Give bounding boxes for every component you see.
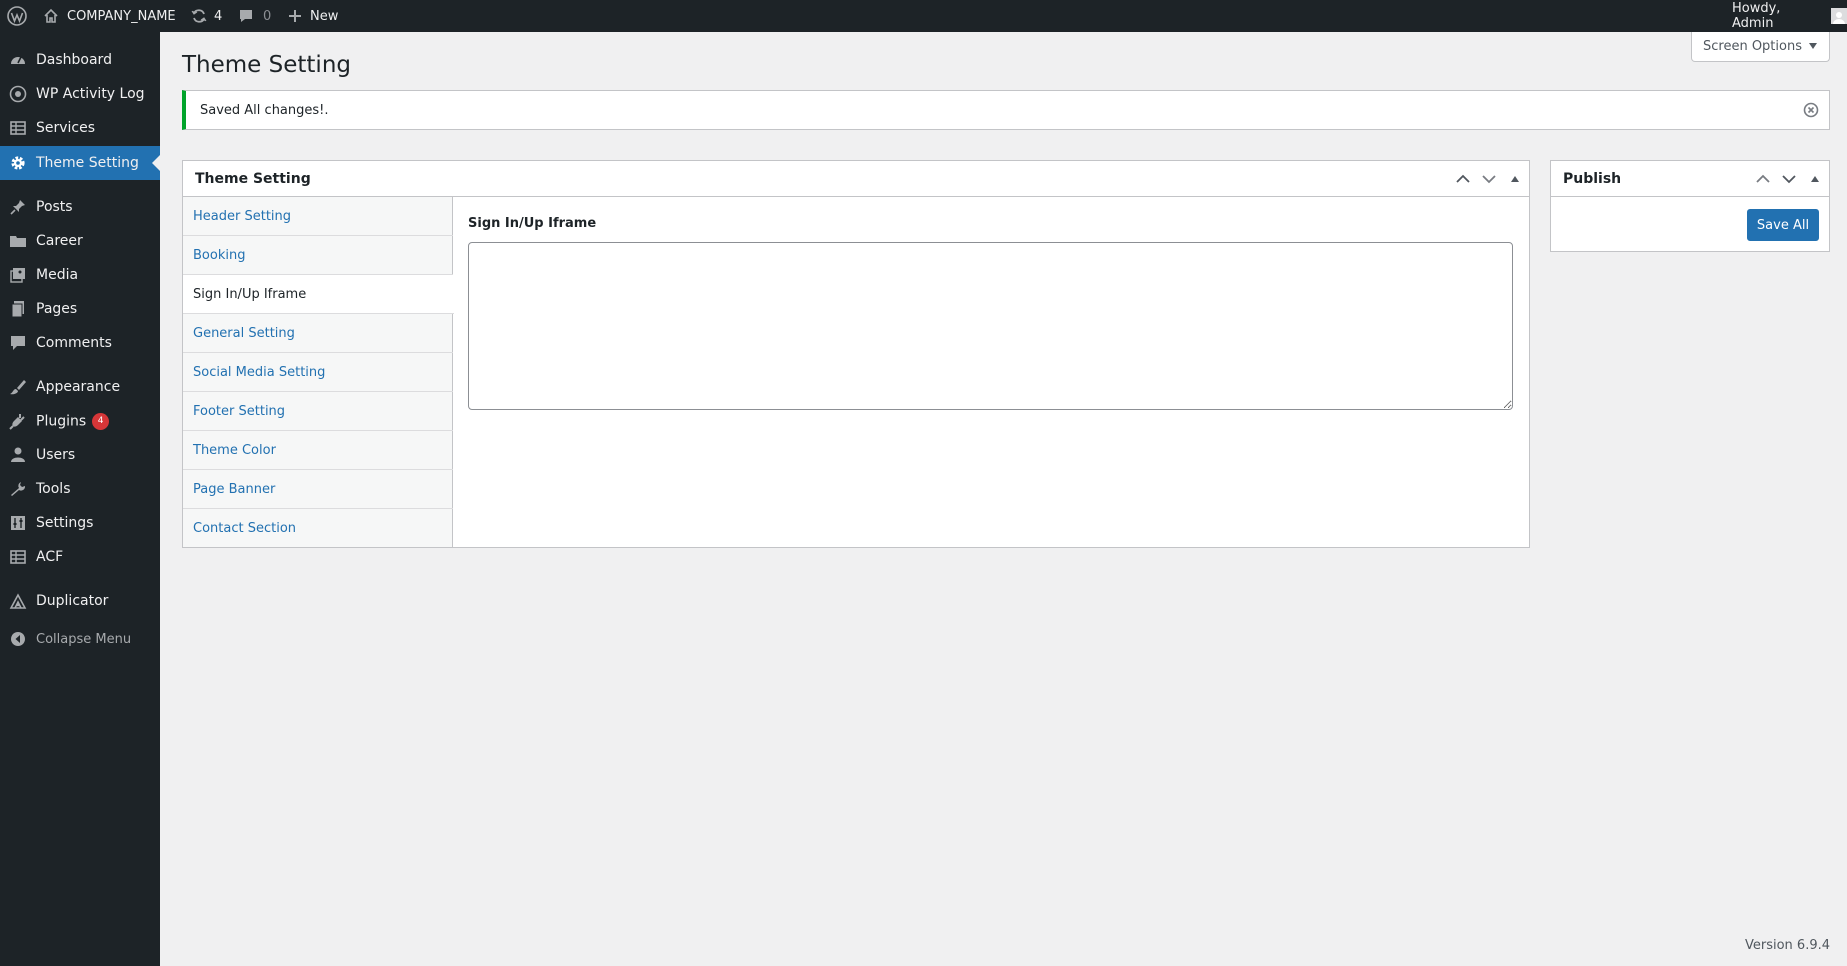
greeting: Howdy, Admin xyxy=(1732,1,1781,31)
sidebar-item-media[interactable]: Media xyxy=(0,258,160,292)
publish-box: Publish Save All xyxy=(1550,160,1830,252)
duplicator-icon xyxy=(9,592,27,610)
publish-box-title: Publish xyxy=(1563,170,1622,187)
new-label: New xyxy=(310,8,339,24)
activity-log-icon xyxy=(9,85,27,103)
services-icon xyxy=(9,119,27,137)
sidebar-item-services[interactable]: Services xyxy=(0,111,160,145)
pin-icon xyxy=(9,198,27,216)
tab-booking[interactable]: Booking xyxy=(183,236,453,275)
sidebar-item-comments[interactable]: Comments xyxy=(0,326,160,360)
updates-link[interactable]: 4 xyxy=(191,0,222,32)
admin-menu: Dashboard WP Activity Log Services Theme… xyxy=(0,32,160,966)
sliders-icon xyxy=(9,514,27,532)
sidebar-item-theme-setting[interactable]: Theme Setting xyxy=(0,146,160,180)
chevron-down-icon[interactable] xyxy=(1779,169,1799,189)
sidebar-item-appearance[interactable]: Appearance xyxy=(0,370,160,404)
sign-in-up-iframe-textarea[interactable] xyxy=(468,242,1513,410)
tab-social-media-setting[interactable]: Social Media Setting xyxy=(183,353,453,392)
tab-general-setting[interactable]: General Setting xyxy=(183,314,453,353)
collapse-toggle-icon[interactable] xyxy=(1805,169,1825,189)
tab-page-banner[interactable]: Page Banner xyxy=(183,470,453,509)
sidebar-item-plugins[interactable]: Plugins 4 xyxy=(0,404,160,438)
theme-setting-box: Theme Setting Header Setting Booking Sig… xyxy=(182,160,1530,548)
theme-setting-box-title: Theme Setting xyxy=(195,170,311,187)
brush-icon xyxy=(9,378,27,396)
screen-options-button[interactable]: Screen Options xyxy=(1691,32,1830,62)
collapse-toggle-icon[interactable] xyxy=(1505,169,1525,189)
sidebar-item-acf[interactable]: ACF xyxy=(0,540,160,574)
wordpress-logo-icon[interactable] xyxy=(7,0,27,32)
plugin-icon xyxy=(9,412,27,430)
tab-sign-in-up-iframe[interactable]: Sign In/Up Iframe xyxy=(183,275,454,314)
new-content-link[interactable]: New xyxy=(287,0,338,32)
gear-icon xyxy=(9,154,27,172)
site-name: COMPANY_NAME xyxy=(67,8,176,24)
version-text: Version 6.9.4 xyxy=(1744,938,1830,953)
sidebar-item-dashboard[interactable]: Dashboard xyxy=(0,43,160,77)
sidebar-item-users[interactable]: Users xyxy=(0,438,160,472)
user-icon xyxy=(9,446,27,464)
success-notice: Saved All changes!. xyxy=(182,90,1830,130)
table-icon xyxy=(9,548,27,566)
tab-contact-section[interactable]: Contact Section xyxy=(183,509,453,548)
dismiss-icon[interactable] xyxy=(1803,102,1819,118)
settings-tabs: Header Setting Booking Sign In/Up Iframe… xyxy=(183,197,454,548)
page-title: Theme Setting xyxy=(182,52,351,78)
tab-theme-color[interactable]: Theme Color xyxy=(183,431,453,470)
comment-icon xyxy=(9,334,27,352)
dashboard-icon xyxy=(9,51,27,69)
comment-icon xyxy=(238,8,254,24)
my-account-link[interactable]: Howdy, Admin xyxy=(1732,0,1847,32)
update-count-badge: 4 xyxy=(92,412,110,430)
pages-icon xyxy=(9,300,27,318)
comments-count: 0 xyxy=(263,8,272,24)
screen-options-label: Screen Options xyxy=(1703,39,1802,54)
sidebar-item-label: Plugins xyxy=(36,413,87,429)
plus-icon xyxy=(287,8,303,24)
caret-down-icon xyxy=(1808,39,1818,54)
collapse-menu-button[interactable]: Collapse Menu xyxy=(0,622,160,656)
wrench-icon xyxy=(9,480,27,498)
theme-setting-box-header: Theme Setting xyxy=(183,161,1529,197)
publish-box-header: Publish xyxy=(1551,161,1829,197)
sidebar-item-posts[interactable]: Posts xyxy=(0,190,160,224)
tab-header-setting[interactable]: Header Setting xyxy=(183,197,453,236)
tab-footer-setting[interactable]: Footer Setting xyxy=(183,392,453,431)
collapse-icon xyxy=(9,630,27,648)
folder-icon xyxy=(9,232,27,250)
chevron-down-icon[interactable] xyxy=(1479,169,1499,189)
site-name-link[interactable]: COMPANY_NAME xyxy=(43,0,176,32)
updates-count: 4 xyxy=(214,8,223,24)
sidebar-item-settings[interactable]: Settings xyxy=(0,506,160,540)
media-icon xyxy=(9,266,27,284)
sidebar-item-pages[interactable]: Pages xyxy=(0,292,160,326)
updates-icon xyxy=(191,8,207,24)
home-icon xyxy=(43,8,59,24)
chevron-up-icon[interactable] xyxy=(1753,169,1773,189)
avatar xyxy=(1831,8,1847,24)
comments-link[interactable]: 0 xyxy=(238,0,271,32)
notice-message: Saved All changes!. xyxy=(200,102,329,118)
chevron-up-icon[interactable] xyxy=(1453,169,1473,189)
sidebar-item-tools[interactable]: Tools xyxy=(0,472,160,506)
sidebar-item-duplicator[interactable]: Duplicator xyxy=(0,584,160,618)
sidebar-item-career[interactable]: Career xyxy=(0,224,160,258)
save-all-button[interactable]: Save All xyxy=(1747,209,1819,241)
sidebar-item-wp-activity-log[interactable]: WP Activity Log xyxy=(0,77,160,111)
sign-in-up-iframe-label: Sign In/Up Iframe xyxy=(468,216,597,231)
admin-bar: COMPANY_NAME 4 0 New Howdy, Admin xyxy=(0,0,1847,32)
